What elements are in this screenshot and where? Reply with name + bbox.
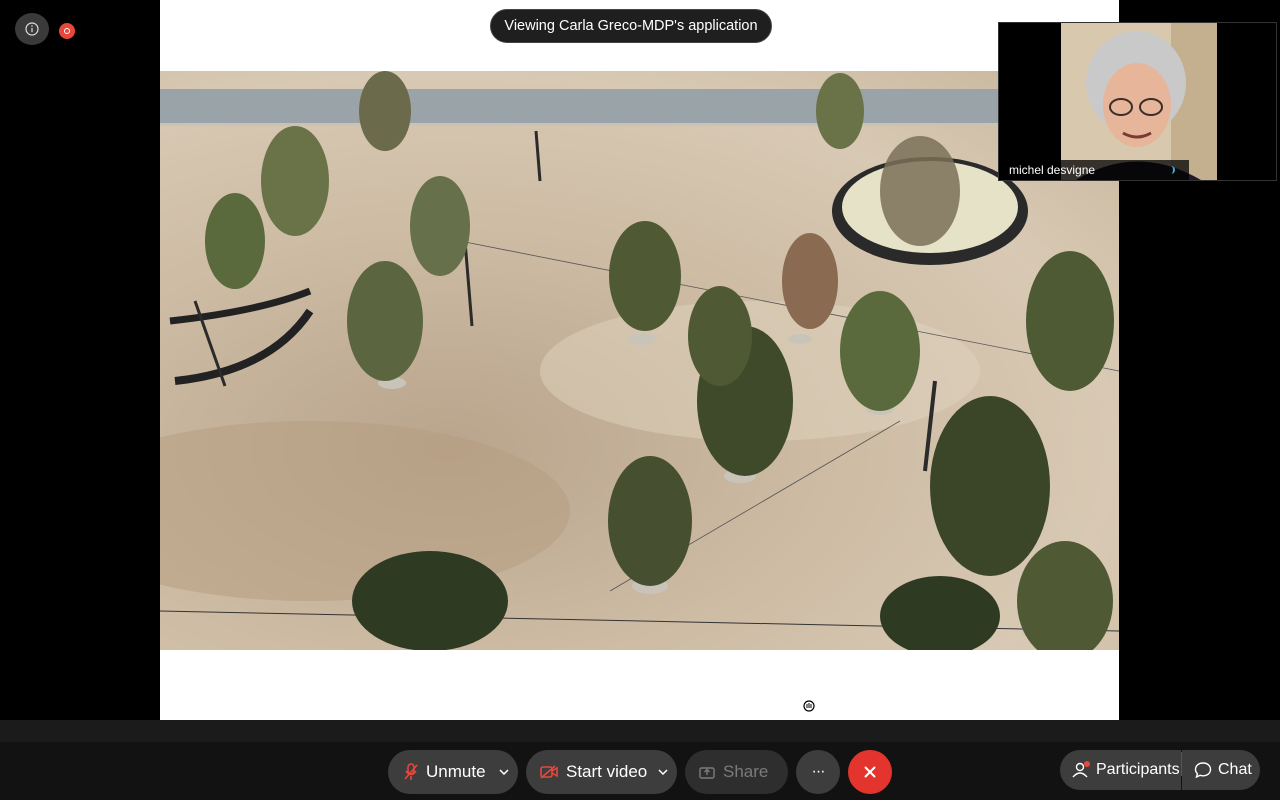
viewing-banner: Viewing Carla Greco-MDP's application <box>490 9 772 43</box>
share-icon <box>699 767 715 779</box>
participant-portrait <box>1061 23 1217 180</box>
chevron-down-icon[interactable] <box>653 762 673 782</box>
audio-level-icon <box>1170 166 1175 174</box>
video-off-icon <box>540 765 558 779</box>
chat-label: Chat <box>1218 761 1252 778</box>
meeting-info-button[interactable] <box>15 13 49 45</box>
info-icon <box>25 22 39 36</box>
hand-cursor-icon <box>803 700 815 712</box>
participant-video-tile[interactable]: michel desvigne <box>998 22 1277 181</box>
more-options-button[interactable]: ··· <box>796 750 840 794</box>
close-icon <box>864 766 876 778</box>
start-video-button[interactable]: Start video <box>526 750 677 794</box>
notification-badge <box>1084 761 1090 767</box>
plaza-illustration <box>160 71 1119 650</box>
shared-screen <box>160 0 1119 720</box>
participants-label: Participants <box>1096 761 1180 778</box>
more-options-icon: ··· <box>811 763 826 780</box>
recording-indicator-icon <box>59 23 75 39</box>
unmute-label: Unmute <box>426 762 486 781</box>
chevron-down-icon[interactable] <box>494 762 514 782</box>
start-video-label: Start video <box>566 762 648 781</box>
participants-button[interactable]: Participants <box>1060 750 1181 790</box>
end-call-button[interactable] <box>848 750 892 794</box>
participants-icon <box>1072 761 1090 778</box>
chat-icon <box>1194 762 1212 779</box>
shared-image <box>160 71 1119 650</box>
muted-microphone-icon <box>404 763 418 780</box>
share-label: Share <box>723 762 769 781</box>
toolbar-divider-strip <box>0 720 1280 742</box>
meeting-toolbar: Unmute Start video Share ··· Participant… <box>0 742 1280 800</box>
unmute-button[interactable]: Unmute <box>388 750 518 794</box>
chat-button[interactable]: Chat <box>1182 750 1260 790</box>
share-button[interactable]: Share <box>685 750 788 794</box>
participant-video <box>1061 23 1217 180</box>
participant-name: michel desvigne <box>1009 163 1096 177</box>
participant-name-label: michel desvigne <box>999 160 1189 180</box>
